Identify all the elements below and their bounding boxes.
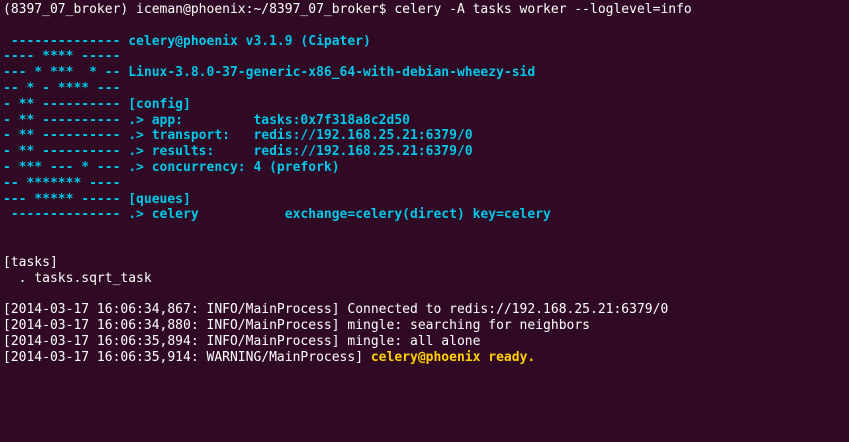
log-line-2: [2014-03-17 16:06:35,894: INFO/MainProce… [3,333,481,349]
banner-line-0 [3,18,849,34]
banner-line-6: - ** ---------- .> app: tasks:0x7f318a8c… [3,112,410,128]
banner-line-8: - ** ---------- .> results: redis://192.… [3,144,473,160]
warning-log-line: [2014-03-17 16:06:35,914: WARNING/MainPr… [3,350,849,366]
task-item: . tasks.sqrt_task [3,270,152,286]
banner-line-2: ---- **** ----- [3,49,121,65]
log-line-1: [2014-03-17 16:06:34,880: INFO/MainProce… [3,317,590,333]
warning-log-prefix: [2014-03-17 16:06:35,914: WARNING/MainPr… [3,349,371,365]
banner-line-5: - ** ---------- [config] [3,96,191,112]
command-prompt-line: (8397_07_broker) iceman@phoenix:~/8397_0… [3,2,692,17]
worker-ready-message: celery@phoenix ready. [370,349,536,365]
terminal-window[interactable]: (8397_07_broker) iceman@phoenix:~/8397_0… [0,0,849,442]
banner-line-11: --- ***** ----- [queues] [3,191,191,207]
banner-line-3: --- * *** * -- Linux-3.8.0-37-generic-x8… [3,65,536,81]
banner-line-1: -------------- celery@phoenix v3.1.9 (Ci… [3,33,371,49]
banner-line-7: - ** ---------- .> transport: redis://19… [3,128,473,144]
banner-line-9: - *** --- * --- .> concurrency: 4 (prefo… [3,159,340,175]
banner-line-4: -- * - **** --- [3,80,121,96]
log-line-0: [2014-03-17 16:06:34,867: INFO/MainProce… [3,302,669,318]
banner-line-12: -------------- .> celery exchange=celery… [3,207,551,223]
tasks-header: [tasks] [3,254,58,270]
banner-line-10: -- ******* ---- [3,175,121,191]
